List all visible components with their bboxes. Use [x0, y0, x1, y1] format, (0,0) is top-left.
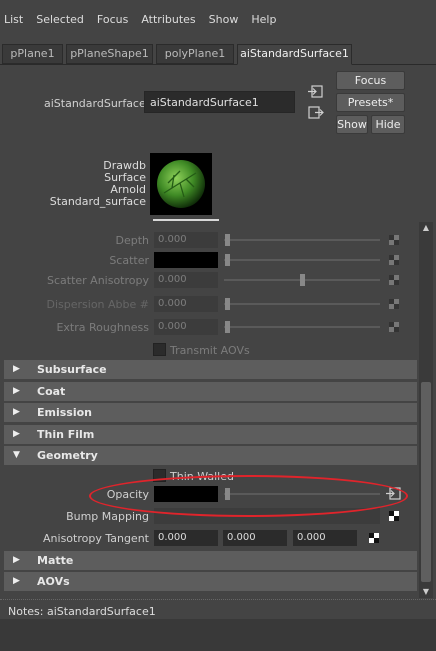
swatch-divider	[153, 219, 219, 221]
swatch-classification: Drawdb Surface Arnold Standard_surface	[40, 160, 146, 208]
map-button-icon[interactable]	[389, 255, 399, 265]
extra-roughness-field[interactable]: 0.000	[154, 319, 218, 335]
focus-button[interactable]: Focus	[336, 71, 405, 90]
opacity-slider-handle[interactable]	[225, 488, 230, 500]
bump-mapping-label: Bump Mapping	[66, 510, 149, 523]
anisotropy-tangent-z-field[interactable]: 0.000	[293, 530, 357, 546]
node-name-field[interactable]: aiStandardSurface1	[144, 91, 295, 113]
dispersion-abbe-slider-handle[interactable]	[225, 298, 230, 310]
scroll-up-icon[interactable]: ▲	[421, 223, 431, 232]
depth-row: Depth 0.000	[0, 231, 420, 249]
scroll-down-icon[interactable]: ▼	[421, 587, 431, 596]
scatter-anisotropy-label: Scatter Anisotropy	[46, 274, 149, 287]
dispersion-abbe-label: Dispersion Abbe #	[46, 298, 150, 311]
notes-label: Notes: aiStandardSurface1	[8, 605, 156, 618]
notes-textarea[interactable]	[0, 619, 436, 651]
thin-walled-checkbox[interactable]	[153, 469, 166, 482]
extra-roughness-slider-handle[interactable]	[225, 321, 230, 333]
tab-polyplane1[interactable]: polyPlane1	[156, 44, 234, 64]
dispersion-abbe-row: Dispersion Abbe # 0.000	[0, 295, 420, 313]
expand-arrow-icon: ▶	[13, 386, 20, 396]
scatter-anisotropy-row: Scatter Anisotropy 0.000	[0, 271, 420, 289]
opacity-label: Opacity	[106, 488, 149, 501]
menu-focus[interactable]: Focus	[97, 13, 128, 26]
transmit-aovs-checkbox[interactable]	[153, 343, 166, 356]
output-connection-icon[interactable]	[308, 106, 324, 120]
map-button-icon[interactable]	[389, 275, 399, 285]
material-swatch[interactable]	[150, 153, 212, 215]
section-thin-film[interactable]: ▶ Thin Film	[4, 425, 417, 444]
menu-list[interactable]: List	[4, 13, 23, 26]
section-coat[interactable]: ▶ Coat	[4, 382, 417, 401]
menu-show[interactable]: Show	[209, 13, 239, 26]
map-button-icon[interactable]	[389, 322, 399, 332]
expand-arrow-icon: ▶	[13, 555, 20, 565]
tab-aistandardsurface1[interactable]: aiStandardSurface1	[237, 44, 352, 65]
scatter-anisotropy-slider-handle[interactable]	[300, 274, 305, 286]
section-geometry[interactable]: ▼ Geometry	[4, 446, 417, 465]
map-button-icon[interactable]	[369, 533, 379, 543]
opacity-row: Opacity	[0, 485, 420, 503]
map-button-icon[interactable]	[389, 299, 399, 309]
show-button[interactable]: Show	[336, 115, 368, 134]
expand-arrow-icon: ▶	[13, 364, 20, 374]
menu-help[interactable]: Help	[251, 13, 276, 26]
section-subsurface[interactable]: ▶ Subsurface	[4, 360, 417, 379]
transmit-aovs-row: Transmit AOVs	[0, 341, 420, 359]
depth-slider-handle[interactable]	[225, 234, 230, 246]
section-matte[interactable]: ▶ Matte	[4, 551, 417, 570]
input-connection-icon[interactable]	[308, 85, 324, 99]
connection-icon[interactable]	[386, 487, 402, 501]
transmit-aovs-label: Transmit AOVs	[170, 344, 250, 357]
depth-field[interactable]: 0.000	[154, 232, 218, 248]
tab-pplaneshape1[interactable]: pPlaneShape1	[66, 44, 153, 64]
hide-button[interactable]: Hide	[371, 115, 405, 134]
thin-walled-label: Thin Walled	[170, 470, 234, 483]
bump-mapping-field[interactable]	[154, 508, 380, 524]
scatter-label: Scatter	[109, 254, 149, 267]
notes-bar: Notes: aiStandardSurface1	[0, 599, 436, 619]
expand-arrow-icon: ▶	[13, 429, 20, 439]
node-type-label: aiStandardSurface:	[44, 97, 150, 110]
presets-button[interactable]: Presets*	[336, 93, 405, 112]
swatch-label-line: Standard_surface	[49, 195, 146, 208]
extra-roughness-row: Extra Roughness 0.000	[0, 318, 420, 336]
anisotropy-tangent-y-field[interactable]: 0.000	[223, 530, 287, 546]
tab-pplane1[interactable]: pPlane1	[2, 44, 63, 64]
section-emission[interactable]: ▶ Emission	[4, 403, 417, 422]
menu-selected[interactable]: Selected	[36, 13, 84, 26]
opacity-slider[interactable]	[224, 493, 380, 495]
dispersion-abbe-slider[interactable]	[224, 303, 380, 305]
scrollbar-thumb[interactable]	[421, 382, 431, 582]
extra-roughness-slider[interactable]	[224, 326, 380, 328]
scatter-slider-handle[interactable]	[225, 254, 230, 266]
bump-mapping-row: Bump Mapping	[0, 507, 420, 525]
collapse-arrow-icon: ▼	[13, 450, 20, 460]
thin-walled-row: Thin Walled	[0, 467, 420, 485]
depth-label: Depth	[115, 234, 149, 247]
anisotropy-tangent-label: Anisotropy Tangent	[43, 532, 149, 545]
map-button-icon[interactable]	[389, 235, 399, 245]
anisotropy-tangent-x-field[interactable]: 0.000	[154, 530, 218, 546]
node-tabs: pPlane1 pPlaneShape1 polyPlane1 aiStanda…	[0, 44, 436, 65]
menu-attributes[interactable]: Attributes	[141, 13, 195, 26]
anisotropy-tangent-row: Anisotropy Tangent 0.000 0.000 0.000	[0, 529, 420, 547]
extra-roughness-label: Extra Roughness	[56, 321, 149, 334]
scatter-slider[interactable]	[224, 259, 380, 261]
dispersion-abbe-field[interactable]: 0.000	[154, 296, 218, 312]
depth-slider[interactable]	[224, 239, 380, 241]
expand-arrow-icon: ▶	[13, 576, 20, 586]
scatter-row: Scatter	[0, 251, 420, 269]
vertical-scrollbar[interactable]: ▲ ▼	[419, 222, 433, 598]
opacity-color[interactable]	[154, 486, 218, 502]
scatter-color[interactable]	[154, 252, 218, 268]
section-aovs[interactable]: ▶ AOVs	[4, 572, 417, 591]
menu-bar: List Selected Focus Attributes Show Help	[0, 0, 436, 38]
scatter-anisotropy-field[interactable]: 0.000	[154, 272, 218, 288]
map-button-icon[interactable]	[389, 511, 399, 521]
attribute-panel: Depth 0.000 Scatter Scatter Anisotropy 0…	[0, 222, 436, 598]
expand-arrow-icon: ▶	[13, 407, 20, 417]
